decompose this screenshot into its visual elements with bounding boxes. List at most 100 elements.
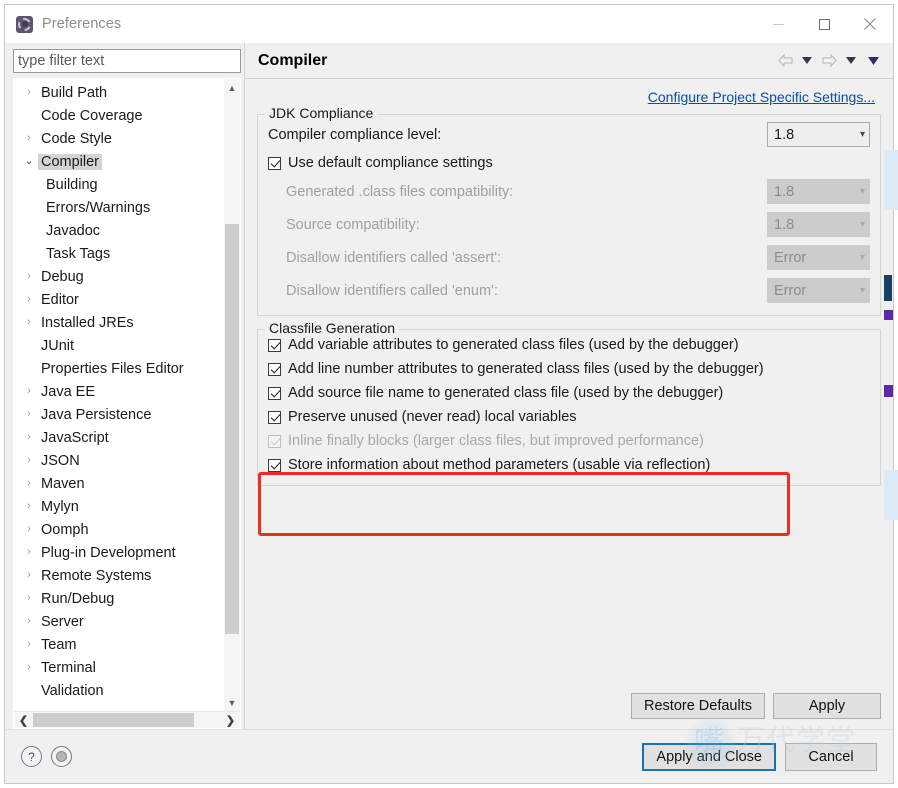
chevron-down-icon: ▾ bbox=[859, 285, 865, 296]
back-menu-chevron-down-icon[interactable] bbox=[797, 50, 817, 72]
sidebar-item-label: JUnit bbox=[41, 337, 75, 354]
sidebar-item-junit[interactable]: JUnit bbox=[14, 334, 223, 357]
scroll-down-icon[interactable]: ▼ bbox=[224, 694, 240, 711]
sidebar-item-run-debug[interactable]: › Run/Debug bbox=[14, 587, 223, 610]
compiler-compliance-level-label: Compiler compliance level: bbox=[268, 126, 442, 143]
chevron-right-icon[interactable]: › bbox=[20, 570, 38, 581]
minimize-button[interactable] bbox=[755, 5, 801, 43]
compiler-compliance-level-select[interactable]: 1.8 ▾ bbox=[767, 122, 870, 147]
classfile-option-checkbox[interactable]: Add line number attributes to generated … bbox=[268, 357, 870, 381]
sidebar-item-javadoc[interactable]: Javadoc bbox=[14, 219, 223, 242]
sidebar-item-label: Java EE bbox=[41, 383, 95, 400]
sidebar-item-server[interactable]: › Server bbox=[14, 610, 223, 633]
compiler-compliance-level-row: Compiler compliance level: 1.8 ▾ bbox=[268, 118, 870, 151]
jdk-row-value: Error bbox=[774, 249, 807, 266]
jdk-compliance-group-title: JDK Compliance bbox=[265, 105, 378, 121]
sidebar-item-label: Run/Debug bbox=[41, 590, 115, 607]
sidebar-item-json[interactable]: › JSON bbox=[14, 449, 223, 472]
chevron-right-icon[interactable]: › bbox=[20, 662, 38, 673]
view-menu-chevron-down-icon[interactable] bbox=[863, 50, 883, 72]
sidebar-item-maven[interactable]: › Maven bbox=[14, 472, 223, 495]
sidebar-item-plug-in-development[interactable]: › Plug-in Development bbox=[14, 541, 223, 564]
sidebar-item-building[interactable]: Building bbox=[14, 173, 223, 196]
preferences-tree-panel: › Build Path Code Coverage › Code Style ⌄ Comp… bbox=[13, 78, 241, 729]
chevron-right-icon[interactable]: › bbox=[20, 409, 38, 420]
chevron-right-icon[interactable]: › bbox=[20, 501, 38, 512]
sidebar-item-properties-files-editor[interactable]: Properties Files Editor bbox=[14, 357, 223, 380]
sidebar-item-editor[interactable]: › Editor bbox=[14, 288, 223, 311]
forward-menu-chevron-down-icon[interactable] bbox=[841, 50, 861, 72]
sidebar-item-terminal[interactable]: › Terminal bbox=[14, 656, 223, 679]
sidebar-item-team[interactable]: › Team bbox=[14, 633, 223, 656]
sidebar-item-build-path[interactable]: › Build Path bbox=[14, 81, 223, 104]
sidebar-item-label: Editor bbox=[41, 291, 79, 308]
chevron-down-icon[interactable]: ⌄ bbox=[20, 156, 38, 167]
scroll-up-icon[interactable]: ▲ bbox=[224, 79, 240, 96]
jdk-row-value: Error bbox=[774, 282, 807, 299]
chevron-right-icon[interactable]: › bbox=[20, 455, 38, 466]
sidebar-item-oomph[interactable]: › Oomph bbox=[14, 518, 223, 541]
configure-project-specific-settings-link[interactable]: Configure Project Specific Settings... bbox=[648, 89, 875, 105]
cancel-button[interactable]: Cancel bbox=[785, 742, 877, 771]
chevron-right-icon[interactable]: › bbox=[20, 432, 38, 443]
sidebar-item-java-persistence[interactable]: › Java Persistence bbox=[14, 403, 223, 426]
restore-defaults-button[interactable]: Restore Defaults bbox=[631, 693, 765, 719]
use-default-compliance-settings-checkbox[interactable]: Use default compliance settings bbox=[268, 151, 870, 175]
sidebar-item-code-style[interactable]: › Code Style bbox=[14, 127, 223, 150]
sidebar-item-code-coverage[interactable]: Code Coverage bbox=[14, 104, 223, 127]
chevron-right-icon[interactable]: › bbox=[20, 271, 38, 282]
sidebar-item-label: Compiler bbox=[38, 153, 103, 170]
vscroll-thumb[interactable] bbox=[225, 224, 239, 634]
sidebar-item-debug[interactable]: › Debug bbox=[14, 265, 223, 288]
preferences-tree[interactable]: › Build Path Code Coverage › Code Style ⌄ Comp… bbox=[14, 79, 223, 711]
sidebar-item-mylyn[interactable]: › Mylyn bbox=[14, 495, 223, 518]
page-nav-toolbar bbox=[775, 50, 893, 72]
classfile-option-checkbox[interactable]: Preserve unused (never read) local varia… bbox=[268, 405, 870, 429]
chevron-right-icon[interactable]: › bbox=[20, 87, 38, 98]
sidebar-item-remote-systems[interactable]: › Remote Systems bbox=[14, 564, 223, 587]
sidebar-item-task-tags[interactable]: Task Tags bbox=[14, 242, 223, 265]
use-default-compliance-settings-label: Use default compliance settings bbox=[288, 155, 493, 171]
checkbox-icon bbox=[268, 434, 281, 448]
sidebar-item-errors-warnings[interactable]: Errors/Warnings bbox=[14, 196, 223, 219]
chevron-right-icon[interactable]: › bbox=[20, 317, 38, 328]
tree-horizontal-scrollbar[interactable]: ❮ ❯ bbox=[14, 711, 240, 728]
chevron-right-icon[interactable]: › bbox=[20, 524, 38, 535]
sidebar-item-installed-jres[interactable]: › Installed JREs bbox=[14, 311, 223, 334]
pin-circle-icon[interactable] bbox=[51, 746, 72, 767]
chevron-right-icon[interactable]: › bbox=[20, 386, 38, 397]
sidebar-item-javascript[interactable]: › JavaScript bbox=[14, 426, 223, 449]
sidebar-item-validation[interactable]: Validation bbox=[14, 679, 223, 702]
chevron-right-icon[interactable]: › bbox=[20, 547, 38, 558]
forward-arrow-icon[interactable] bbox=[819, 50, 839, 72]
sidebar-item-label: Building bbox=[46, 176, 98, 193]
tree-vertical-scrollbar[interactable]: ▲ ▼ bbox=[223, 79, 240, 711]
hscroll-thumb[interactable] bbox=[33, 713, 194, 727]
vscroll-track[interactable] bbox=[224, 96, 240, 694]
close-button[interactable] bbox=[847, 5, 893, 43]
apply-button[interactable]: Apply bbox=[773, 693, 881, 719]
hscroll-track[interactable] bbox=[33, 712, 221, 728]
chevron-right-icon[interactable]: › bbox=[20, 294, 38, 305]
chevron-right-icon[interactable]: › bbox=[20, 639, 38, 650]
chevron-right-icon[interactable]: › bbox=[20, 593, 38, 604]
apply-and-close-button[interactable]: Apply and Close bbox=[642, 742, 776, 771]
scroll-left-icon[interactable]: ❮ bbox=[14, 712, 33, 728]
help-icon[interactable]: ? bbox=[21, 746, 42, 767]
sidebar-item-label: Errors/Warnings bbox=[46, 199, 151, 216]
sidebar-item-compiler[interactable]: ⌄ Compiler bbox=[14, 150, 223, 173]
chevron-right-icon[interactable]: › bbox=[20, 478, 38, 489]
classfile-option-checkbox[interactable]: Add source file name to generated class … bbox=[268, 381, 870, 405]
chevron-right-icon[interactable]: › bbox=[20, 616, 38, 627]
jdk-row-label: Source compatibility: bbox=[286, 216, 420, 233]
classfile-option-checkbox[interactable]: Store information about method parameter… bbox=[268, 453, 870, 477]
classfile-option-checkbox[interactable]: Add variable attributes to generated cla… bbox=[268, 333, 870, 357]
filter-placeholder: type filter text bbox=[18, 53, 105, 69]
sidebar-item-java-ee[interactable]: › Java EE bbox=[14, 380, 223, 403]
scroll-right-icon[interactable]: ❯ bbox=[221, 712, 240, 728]
back-arrow-icon[interactable] bbox=[775, 50, 795, 72]
filter-input[interactable]: type filter text bbox=[13, 49, 241, 73]
maximize-button[interactable] bbox=[801, 5, 847, 43]
page-header: Compiler bbox=[245, 43, 893, 79]
chevron-right-icon[interactable]: › bbox=[20, 133, 38, 144]
